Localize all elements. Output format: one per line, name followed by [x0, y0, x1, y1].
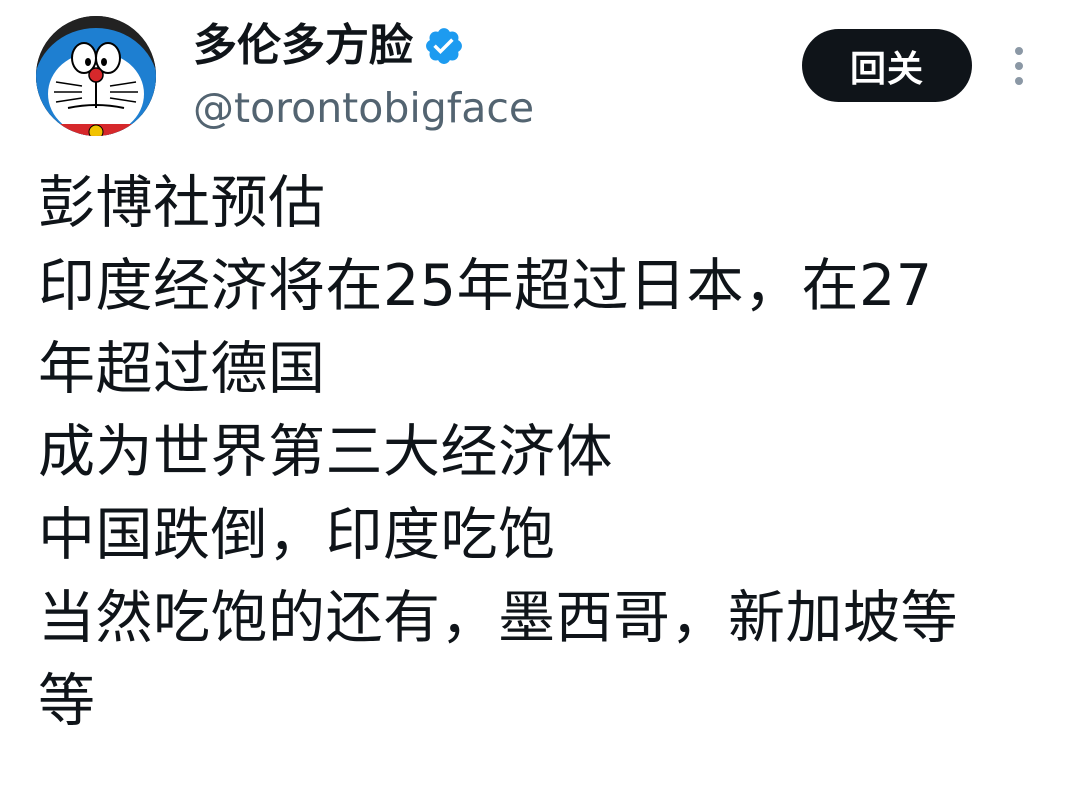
doraemon-avatar-icon[interactable] — [36, 16, 156, 136]
tweet-line: 当然吃饱的还有，墨西哥，新加坡等 — [38, 585, 958, 651]
avatar-image — [36, 16, 156, 136]
tweet-line: 中国跌倒，印度吃饱 — [38, 502, 556, 568]
tweet-line: 年超过德国 — [38, 336, 326, 402]
tweet-card: 多伦多方脸 @torontobigface 回关 彭博社预估 印度经济将在25年… — [0, 0, 1079, 786]
tweet-line: 等 — [38, 668, 96, 734]
more-vertical-icon[interactable] — [1006, 44, 1032, 88]
tweet-text: 彭博社预估 印度经济将在25年超过日本，在27 年超过德国 成为世界第三大经济体… — [38, 162, 1058, 743]
tweet-line: 彭博社预估 — [38, 170, 326, 236]
follow-back-button[interactable]: 回关 — [802, 29, 972, 102]
user-handle[interactable]: @torontobigface — [193, 82, 534, 134]
tweet-line: 成为世界第三大经济体 — [38, 419, 613, 485]
verified-badge-icon — [426, 28, 462, 64]
tweet-line: 印度经济将在25年超过日本，在27 — [38, 253, 933, 319]
display-name[interactable]: 多伦多方脸 — [193, 18, 413, 74]
tweet-header: 多伦多方脸 @torontobigface 回关 — [0, 0, 1079, 150]
display-name-row: 多伦多方脸 — [193, 18, 465, 74]
